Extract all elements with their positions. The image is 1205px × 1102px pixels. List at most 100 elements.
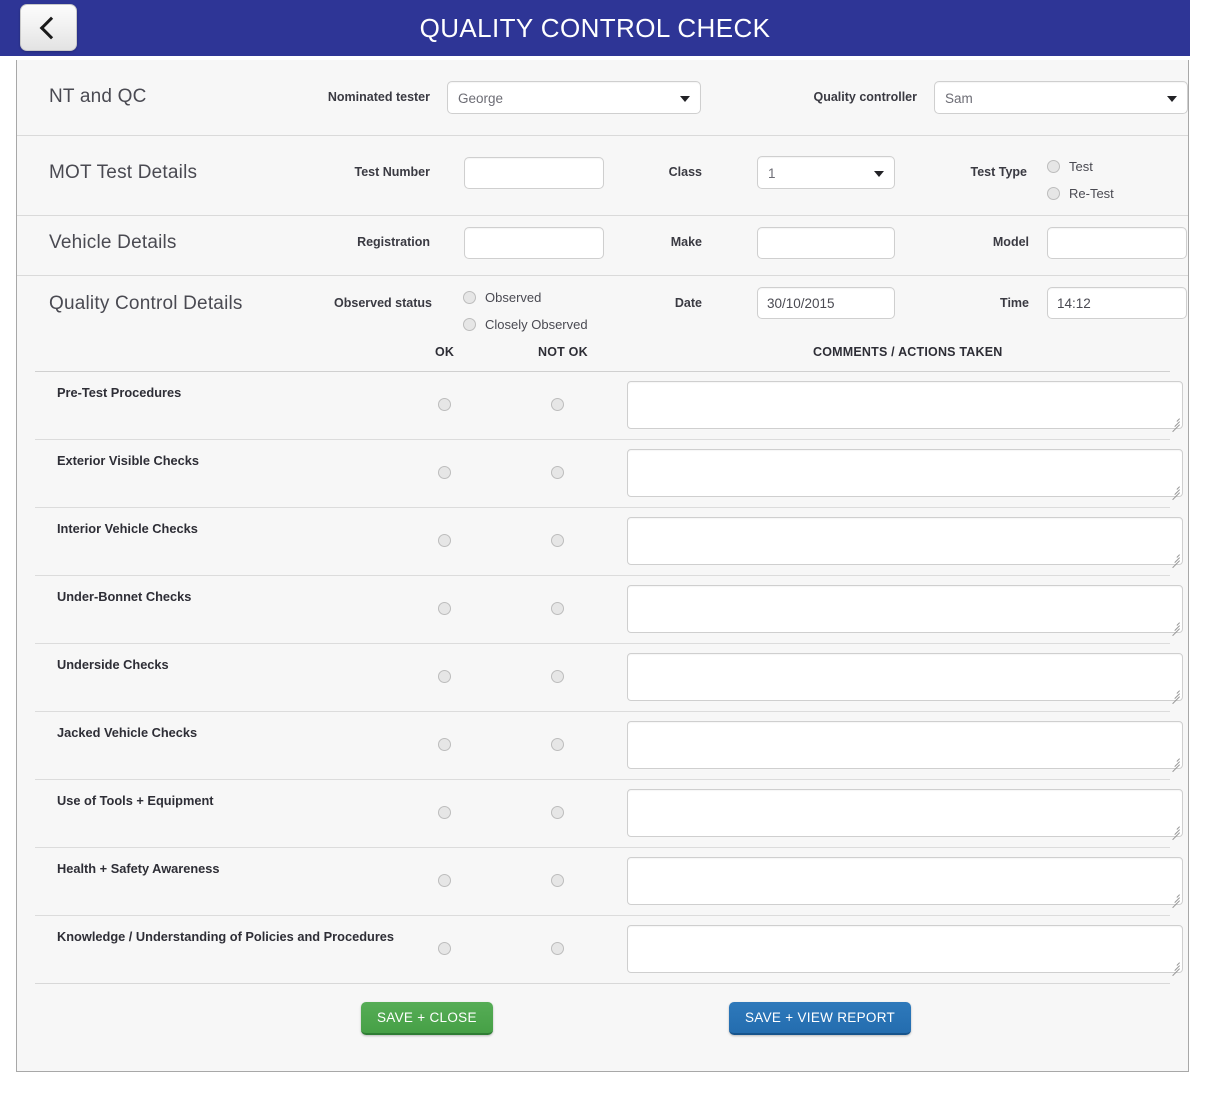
label-model: Model — [992, 235, 1029, 249]
time-input[interactable] — [1047, 287, 1187, 319]
checklist-row-label: Under-Bonnet Checks — [57, 589, 192, 604]
section-mot-test-details: MOT Test Details Test Number Class 1 Tes… — [17, 136, 1188, 216]
save-and-view-report-button[interactable]: SAVE + VIEW REPORT — [729, 1002, 912, 1035]
radio-observed[interactable] — [463, 291, 476, 304]
test-type-option-retest[interactable]: Re-Test — [1047, 186, 1114, 201]
quality-controller-select[interactable]: Sam — [934, 81, 1188, 114]
checklist-radio-ok[interactable] — [438, 466, 451, 479]
radio-re-test-label: Re-Test — [1069, 186, 1114, 201]
title-bar: QUALITY CONTROL CHECK — [0, 0, 1190, 56]
checklist-row: Pre-Test Procedures — [35, 372, 1183, 440]
quality-controller-value: Sam — [945, 91, 973, 106]
checklist-comment-input[interactable] — [627, 925, 1183, 973]
checklist-radio-ok[interactable] — [438, 942, 451, 955]
checklist-row: Knowledge / Understanding of Policies an… — [35, 916, 1183, 983]
checklist-comment-input[interactable] — [627, 721, 1183, 769]
checklist-radio-not-ok[interactable] — [551, 602, 564, 615]
checklist-comment-input[interactable] — [627, 517, 1183, 565]
nominated-tester-select[interactable]: George — [447, 81, 701, 114]
registration-input[interactable] — [464, 227, 604, 259]
checklist-row: Interior Vehicle Checks — [35, 508, 1183, 576]
label-time: Time — [1000, 296, 1029, 310]
checklist-row: Jacked Vehicle Checks — [35, 712, 1183, 780]
checklist-radio-not-ok[interactable] — [551, 942, 564, 955]
radio-test[interactable] — [1047, 160, 1060, 173]
section-title-quality-control-details: Quality Control Details — [49, 293, 243, 314]
checklist-radio-not-ok[interactable] — [551, 398, 564, 411]
checklist-radio-not-ok[interactable] — [551, 738, 564, 751]
checklist-radio-ok[interactable] — [438, 398, 451, 411]
label-class: Class — [668, 165, 702, 179]
radio-closely-observed[interactable] — [463, 318, 476, 331]
column-header-ok: OK — [435, 345, 455, 359]
label-test-number: Test Number — [354, 165, 430, 179]
label-nominated-tester: Nominated tester — [327, 90, 430, 104]
observed-status-option-closely-observed[interactable]: Closely Observed — [463, 317, 588, 332]
label-test-type: Test Type — [970, 165, 1028, 179]
radio-re-test[interactable] — [1047, 187, 1060, 200]
radio-closely-observed-label: Closely Observed — [485, 317, 588, 332]
section-title-nt-and-qc: NT and QC — [49, 86, 147, 107]
checklist-radio-not-ok[interactable] — [551, 466, 564, 479]
checklist-radio-ok[interactable] — [438, 602, 451, 615]
checklist-row: Exterior Visible Checks — [35, 440, 1183, 508]
checklist-radio-not-ok[interactable] — [551, 806, 564, 819]
checklist-row-label: Health + Safety Awareness — [57, 861, 220, 876]
form-footer: SAVE + CLOSE SAVE + VIEW REPORT — [35, 983, 1170, 1056]
column-header-not-ok: NOT OK — [538, 345, 588, 359]
checklist-row-label: Exterior Visible Checks — [57, 453, 200, 468]
column-header-comments: COMMENTS / ACTIONS TAKEN — [813, 345, 1003, 359]
class-value: 1 — [768, 166, 776, 181]
date-input[interactable] — [757, 287, 895, 319]
chevron-down-icon — [1167, 96, 1177, 102]
checklist-row-label: Underside Checks — [57, 657, 169, 672]
make-input[interactable] — [757, 227, 895, 259]
checklist-radio-ok[interactable] — [438, 806, 451, 819]
checklist-comment-input[interactable] — [627, 449, 1183, 497]
radio-test-label: Test — [1069, 159, 1093, 174]
checklist-body: Pre-Test Procedures Exterior Visible Chec… — [17, 372, 1188, 983]
label-registration: Registration — [357, 235, 430, 249]
checklist-row: Underside Checks — [35, 644, 1183, 712]
checklist-row: Use of Tools + Equipment — [35, 780, 1183, 848]
label-observed-status: Observed status — [334, 296, 432, 310]
checklist-radio-not-ok[interactable] — [551, 670, 564, 683]
checklist-comment-input[interactable] — [627, 653, 1183, 701]
radio-observed-label: Observed — [485, 290, 542, 305]
checklist-radio-not-ok[interactable] — [551, 874, 564, 887]
checklist-radio-ok[interactable] — [438, 738, 451, 751]
label-date: Date — [674, 296, 702, 310]
observed-status-option-observed[interactable]: Observed — [463, 290, 541, 305]
checklist-row-label: Pre-Test Procedures — [57, 385, 182, 400]
section-title-mot-test-details: MOT Test Details — [49, 162, 198, 183]
test-type-option-test[interactable]: Test — [1047, 159, 1093, 174]
model-input[interactable] — [1047, 227, 1187, 259]
chevron-down-icon — [874, 171, 884, 177]
save-and-close-button[interactable]: SAVE + CLOSE — [361, 1002, 493, 1035]
checklist-radio-not-ok[interactable] — [551, 534, 564, 547]
nominated-tester-value: George — [458, 91, 504, 106]
quality-control-check-page: QUALITY CONTROL CHECK NT and QC Nominate… — [0, 0, 1205, 1102]
checklist-radio-ok[interactable] — [438, 534, 451, 547]
checklist-row-label: Interior Vehicle Checks — [57, 521, 198, 536]
section-quality-control-details: Quality Control Details Observed status … — [17, 276, 1188, 339]
checklist-row-label: Use of Tools + Equipment — [57, 793, 214, 808]
test-number-input[interactable] — [464, 157, 604, 189]
section-nt-and-qc: NT and QC Nominated tester George Qualit… — [17, 60, 1188, 136]
class-select[interactable]: 1 — [757, 156, 895, 189]
label-quality-controller: Quality controller — [813, 90, 918, 104]
chevron-down-icon — [680, 96, 690, 102]
checklist-column-headers: OK NOT OK COMMENTS / ACTIONS TAKEN — [35, 339, 1170, 372]
checklist-row-label: Jacked Vehicle Checks — [57, 725, 198, 740]
checklist-radio-ok[interactable] — [438, 874, 451, 887]
section-vehicle-details: Vehicle Details Registration Make Model — [17, 216, 1188, 276]
checklist-radio-ok[interactable] — [438, 670, 451, 683]
checklist-comment-input[interactable] — [627, 381, 1183, 429]
checklist-comment-input[interactable] — [627, 585, 1183, 633]
checklist-comment-input[interactable] — [627, 857, 1183, 905]
label-make: Make — [670, 235, 702, 249]
form-panel: NT and QC Nominated tester George Qualit… — [16, 60, 1189, 1072]
checklist-row-label: Knowledge / Understanding of Policies an… — [57, 929, 395, 944]
checklist-comment-input[interactable] — [627, 789, 1183, 837]
checklist-row: Under-Bonnet Checks — [35, 576, 1183, 644]
